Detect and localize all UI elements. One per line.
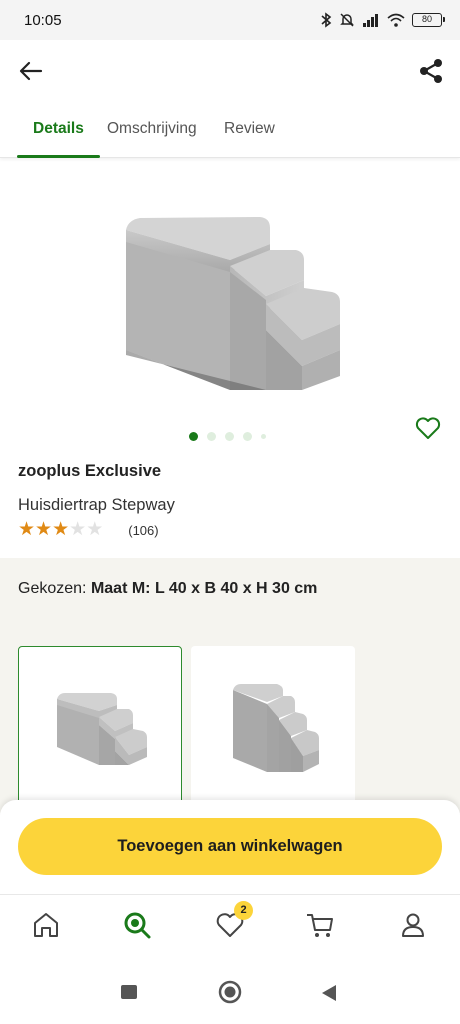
battery-indicator: 80 bbox=[412, 13, 445, 27]
search-icon bbox=[124, 912, 151, 939]
star-icon: ★ bbox=[69, 519, 87, 540]
rating-stars: ★ ★ ★ ★ ★ bbox=[18, 520, 103, 540]
star-icon: ★ bbox=[86, 519, 104, 540]
product-image[interactable] bbox=[120, 200, 350, 400]
share-icon bbox=[420, 59, 442, 83]
add-to-cart-button[interactable]: Toevoegen aan winkelwagen bbox=[18, 818, 442, 875]
app-header bbox=[0, 40, 460, 102]
chosen-label: Gekozen: bbox=[18, 580, 87, 597]
carousel-dot[interactable] bbox=[189, 432, 198, 441]
back-button[interactable] bbox=[16, 56, 46, 86]
recent-apps-icon[interactable] bbox=[120, 984, 138, 1000]
carousel-dot[interactable] bbox=[207, 432, 216, 441]
variant-image bbox=[233, 684, 319, 772]
nav-account[interactable] bbox=[397, 909, 429, 941]
star-icon: ★ bbox=[52, 519, 70, 540]
favorites-badge: 2 bbox=[234, 901, 253, 920]
arrow-left-icon bbox=[19, 61, 43, 81]
back-triangle-icon[interactable] bbox=[320, 984, 338, 1002]
carousel-dots bbox=[189, 432, 266, 441]
muted-bell-icon bbox=[340, 13, 354, 27]
variant-option-4-step[interactable] bbox=[191, 646, 355, 816]
system-navigation bbox=[0, 958, 460, 1024]
carousel-dot[interactable] bbox=[261, 434, 266, 439]
cart-icon bbox=[307, 914, 333, 937]
account-icon bbox=[402, 913, 424, 937]
favorite-button[interactable] bbox=[414, 414, 442, 442]
tab-details[interactable]: Details bbox=[33, 120, 84, 138]
star-icon: ★ bbox=[35, 519, 53, 540]
home-icon bbox=[34, 913, 58, 937]
review-count: (106) bbox=[128, 522, 159, 538]
product-rating[interactable]: ★ ★ ★ ★ ★ (106) bbox=[18, 520, 159, 540]
bottom-navigation: 2 bbox=[0, 894, 460, 958]
product-name: Huisdiertrap Stepway bbox=[18, 496, 175, 514]
variant-section: Gekozen: Maat M: L 40 x B 40 x H 30 cm bbox=[0, 558, 460, 816]
add-to-cart-panel: Toevoegen aan winkelwagen bbox=[0, 800, 460, 894]
status-bar: 10:05 80 bbox=[0, 0, 460, 40]
bluetooth-icon bbox=[321, 12, 332, 28]
nav-favorites[interactable]: 2 bbox=[214, 901, 253, 941]
tab-review[interactable]: Review bbox=[224, 120, 275, 138]
share-button[interactable] bbox=[416, 56, 446, 86]
nav-home[interactable] bbox=[30, 909, 62, 941]
star-icon: ★ bbox=[18, 519, 36, 540]
chosen-value: Maat M: L 40 x B 40 x H 30 cm bbox=[90, 580, 318, 597]
product-brand[interactable]: zooplus Exclusive bbox=[18, 462, 161, 481]
tab-omschrijving[interactable]: Omschrijving bbox=[107, 120, 197, 138]
heart-outline-icon bbox=[415, 417, 441, 439]
nav-cart[interactable] bbox=[304, 909, 336, 941]
signal-icon bbox=[363, 14, 378, 27]
product-tabs: Details Omschrijving Review bbox=[0, 102, 460, 158]
chosen-variant: Gekozen: Maat M: L 40 x B 40 x H 30 cm bbox=[18, 580, 317, 598]
active-tab-indicator bbox=[17, 155, 100, 158]
status-time: 10:05 bbox=[24, 11, 62, 29]
pet-stairs-image bbox=[126, 217, 340, 390]
carousel-dot[interactable] bbox=[225, 432, 234, 441]
wifi-icon bbox=[387, 13, 405, 27]
nav-search[interactable] bbox=[121, 909, 153, 941]
carousel-dot[interactable] bbox=[243, 432, 252, 441]
status-icons: 80 bbox=[320, 12, 445, 28]
home-button-icon[interactable] bbox=[218, 980, 242, 1004]
variant-image bbox=[57, 693, 147, 765]
variant-option-3-step[interactable] bbox=[18, 646, 182, 816]
